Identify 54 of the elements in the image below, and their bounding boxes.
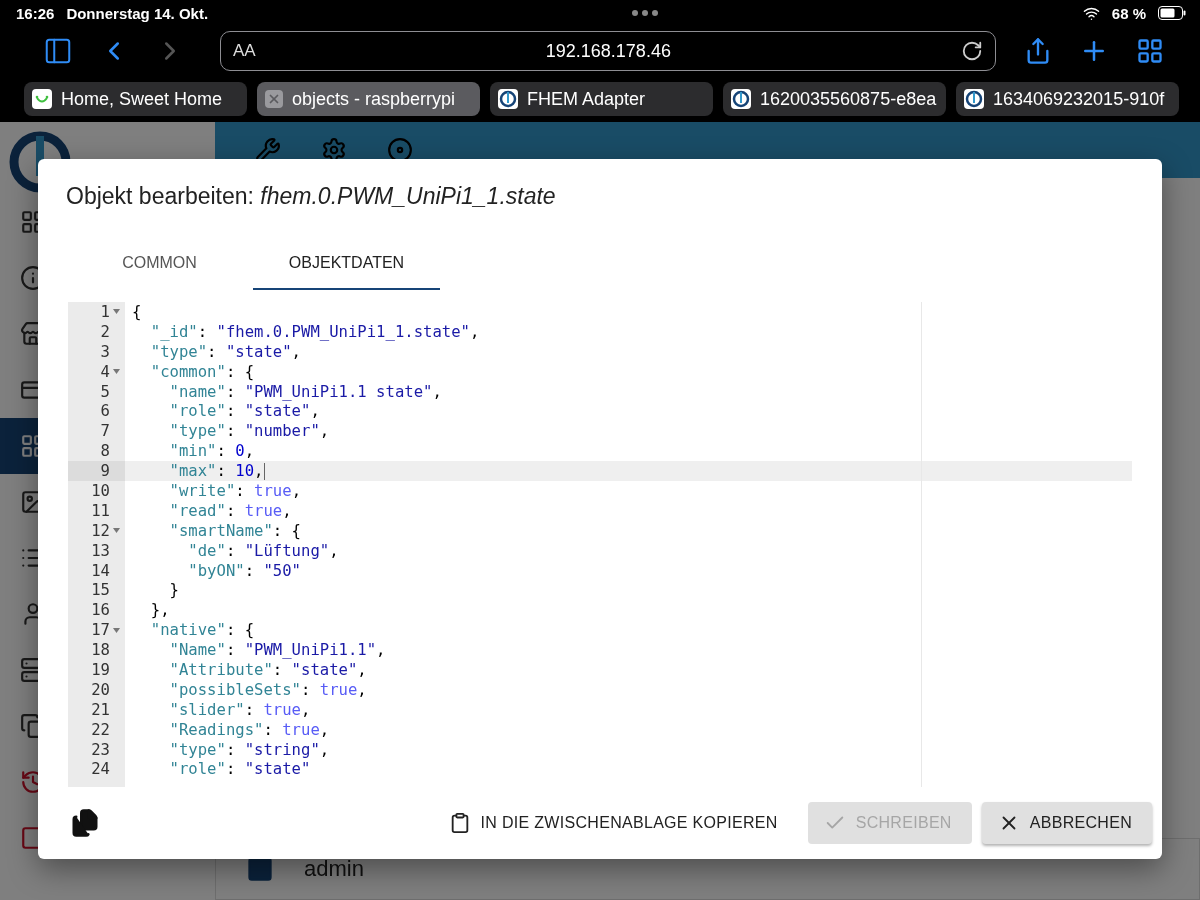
- line-number: 4: [100, 362, 110, 381]
- line-number: 8: [100, 442, 110, 461]
- code-line: "native": {: [149, 621, 255, 640]
- line-number: 16: [91, 601, 110, 620]
- code-line: "_id": "fhem.0.PWM_UniPi1_1.state",: [149, 322, 480, 341]
- line-number: 22: [91, 720, 110, 739]
- line-number: 19: [91, 660, 110, 679]
- line-number: 3: [100, 342, 110, 361]
- clock-time: 16:26: [16, 4, 55, 22]
- code-line: },: [149, 601, 170, 620]
- line-number: 5: [100, 382, 110, 401]
- code-line: "type": "number",: [168, 422, 330, 441]
- battery-percent: 68 %: [1111, 4, 1146, 22]
- code-line: "name": "PWM_UniPi1.1 state",: [168, 382, 442, 401]
- line-number: 1: [100, 302, 110, 321]
- line-number: 21: [91, 700, 110, 719]
- line-number: 13: [91, 541, 110, 560]
- line-number: 14: [91, 561, 110, 580]
- line-number: 15: [91, 581, 110, 600]
- line-number: 9: [100, 462, 110, 481]
- code-line: "de": "Lüftung",: [187, 541, 339, 560]
- line-number: 17: [91, 621, 110, 640]
- line-number: 18: [91, 641, 110, 660]
- code-line: "Name": "PWM_UniPi1.1",: [168, 641, 386, 660]
- code-line: "smartName": {: [168, 521, 301, 540]
- code-line: {: [131, 302, 142, 321]
- code-line: "type": "state",: [149, 342, 301, 361]
- code-line: }: [168, 581, 179, 600]
- line-number: 12: [91, 521, 110, 540]
- line-number: 2: [100, 322, 110, 341]
- date-text: Donnerstag 14. Okt.: [66, 4, 209, 22]
- code-line: "possibleSets": true,: [168, 680, 367, 699]
- line-number: 11: [91, 501, 110, 520]
- line-number: 23: [91, 740, 110, 759]
- code-line: "Readings": true,: [168, 720, 330, 739]
- code-line: "read": true,: [168, 501, 292, 520]
- line-number: 20: [91, 680, 110, 699]
- code-line: "slider": true,: [168, 700, 311, 719]
- line-number: 6: [100, 402, 110, 421]
- code-line: "Attribute": "state",: [168, 660, 367, 679]
- url-text: 192.168.178.46: [544, 40, 672, 62]
- code-line: "type": "string",: [168, 740, 330, 759]
- code-line: "role": "state": [168, 760, 311, 779]
- dialog-title: Objekt bearbeiten: fhem.0.PWM_UniPi1_1.state: [66, 183, 557, 210]
- code-line: "role": "state",: [168, 402, 320, 421]
- code-line: "byON": "50": [187, 561, 301, 580]
- line-number: 7: [100, 422, 110, 441]
- line-number: 10: [91, 481, 110, 500]
- code-line: "max": 10,: [168, 462, 266, 481]
- code-line: "write": true,: [168, 481, 301, 500]
- line-number: 24: [91, 760, 110, 779]
- user-name: admin: [304, 856, 364, 882]
- code-line: "common": {: [149, 362, 255, 381]
- code-line: "min": 0,: [168, 442, 255, 461]
